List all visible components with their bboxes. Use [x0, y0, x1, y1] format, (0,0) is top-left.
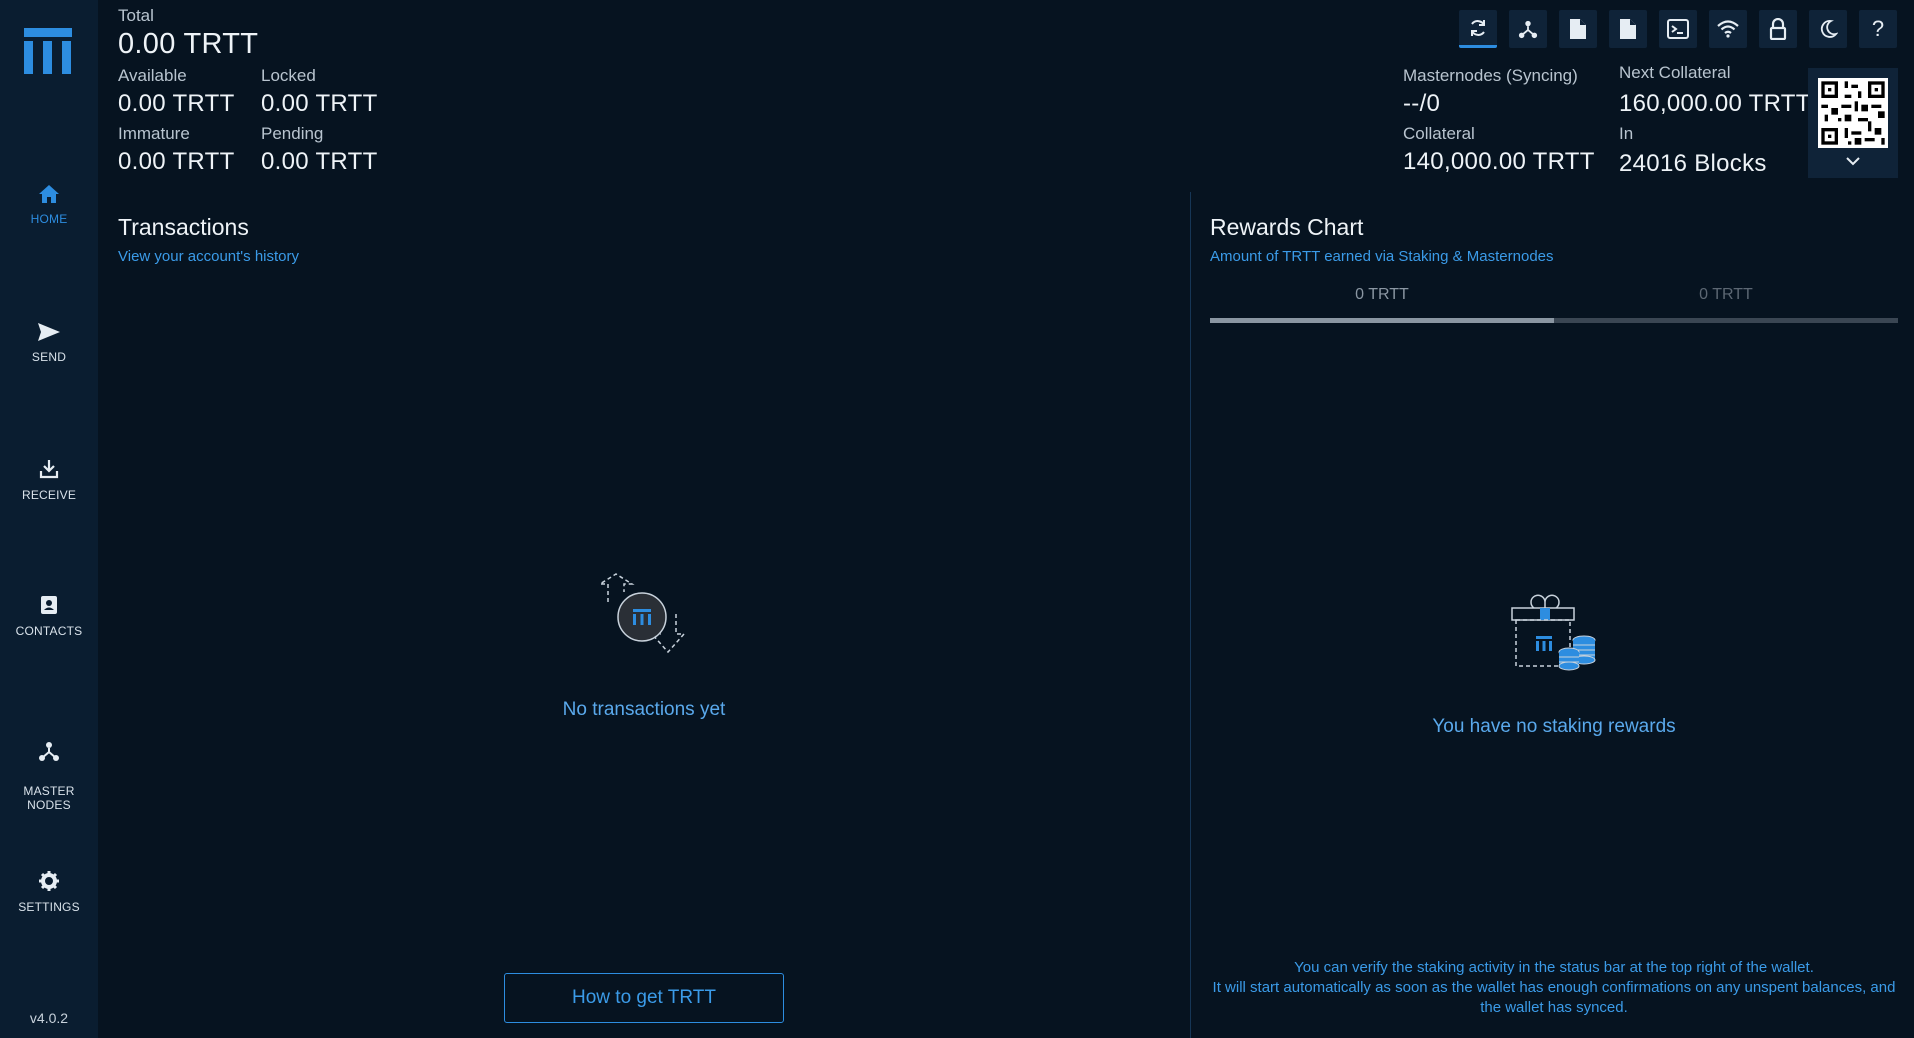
rewards-tab-indicator: [1210, 318, 1898, 323]
no-rewards-message: You have no staking rewards: [1432, 716, 1676, 737]
immature-value: 0.00 TRTT: [118, 148, 235, 175]
staking-note: You can verify the staking activity in t…: [1210, 958, 1898, 1018]
sidebar-item-receive[interactable]: RECEIVE: [0, 458, 98, 502]
sidebar-item-label: HOME: [30, 212, 68, 226]
sidebar-item-label: CONTACTS: [15, 624, 83, 638]
pending-value: 0.00 TRTT: [261, 148, 378, 175]
chevron-down-icon: [1846, 157, 1860, 166]
available-label: Available: [118, 66, 187, 85]
sidebar-item-label: MASTER NODES: [23, 784, 75, 812]
lock-button[interactable]: [1759, 10, 1797, 48]
transactions-title: Transactions: [118, 214, 249, 240]
send-icon: [38, 323, 60, 341]
next-collateral-value: 160,000.00 TRTT: [1619, 90, 1811, 117]
locked-label: Locked: [261, 66, 316, 85]
immature-label: Immature: [118, 124, 190, 143]
rewards-title: Rewards Chart: [1210, 214, 1364, 240]
masternodes-status-label: Masternodes (Syncing): [1403, 66, 1578, 85]
sync-button[interactable]: [1459, 10, 1497, 48]
sidebar-item-masternodes[interactable]: MASTER NODES: [0, 726, 98, 812]
sidebar-item-contacts[interactable]: CONTACTS: [0, 594, 98, 638]
document-icon: [1570, 19, 1586, 39]
masternodes-status-value: --/0: [1403, 90, 1441, 117]
wifi-icon: [1717, 20, 1739, 38]
collateral-value: 140,000.00 TRTT: [1403, 148, 1595, 175]
document-icon: [1620, 19, 1636, 39]
gear-icon: [39, 871, 59, 891]
staking-note-line2: It will start automatically as soon as t…: [1212, 979, 1896, 1016]
document-button-2[interactable]: [1609, 10, 1647, 48]
in-label: In: [1619, 124, 1634, 143]
console-icon: [1667, 19, 1689, 39]
transactions-subtitle: View your account's history: [118, 248, 300, 265]
connection-button[interactable]: [1709, 10, 1747, 48]
sync-icon: [1471, 19, 1485, 36]
rewards-tab-1[interactable]: 0 TRTT: [1210, 286, 1554, 304]
lock-icon: [1769, 18, 1787, 40]
sidebar-item-send[interactable]: SEND: [0, 322, 98, 364]
locked-value: 0.00 TRTT: [261, 90, 378, 117]
sidebar-item-label: SEND: [31, 350, 67, 364]
available-value: 0.00 TRTT: [118, 90, 235, 117]
receive-icon: [39, 460, 59, 479]
theme-button[interactable]: [1809, 10, 1847, 48]
no-transactions-message: No transactions yet: [562, 699, 726, 720]
total-value: 0.00 TRTT: [118, 28, 259, 60]
in-value: 24016 Blocks: [1619, 150, 1767, 177]
qr-code-icon: [1818, 78, 1888, 148]
sidebar-item-home[interactable]: HOME: [0, 184, 98, 226]
help-button[interactable]: ?: [1859, 10, 1897, 48]
sidebar-item-settings[interactable]: SETTINGS: [0, 870, 98, 914]
network-icon: [1518, 20, 1538, 39]
qr-panel[interactable]: [1808, 68, 1898, 178]
rewards-tab-2[interactable]: 0 TRTT: [1554, 286, 1898, 304]
app-logo: [24, 28, 72, 74]
app-version: v4.0.2: [29, 1010, 69, 1026]
sidebar-item-label: SETTINGS: [18, 900, 80, 914]
moon-icon: [1820, 20, 1838, 38]
how-to-get-trtt-button[interactable]: How to get TRTT: [504, 973, 784, 1023]
network-button[interactable]: [1509, 10, 1547, 48]
sidebar: HOME SEND RECEIVE CONTACTS MASTER NODES: [0, 0, 98, 1038]
total-label: Total: [118, 6, 154, 25]
masternodes-icon: [39, 742, 59, 761]
sidebar-item-label: RECEIVE: [21, 488, 77, 502]
contacts-icon: [41, 596, 57, 614]
pending-label: Pending: [261, 124, 324, 143]
rewards-subtitle: Amount of TRTT earned via Staking & Mast…: [1210, 248, 1554, 265]
collateral-label: Collateral: [1403, 124, 1475, 143]
help-icon: ?: [1871, 16, 1885, 41]
staking-note-line1: You can verify the staking activity in t…: [1294, 959, 1814, 976]
gift-coins-icon: [1511, 594, 1596, 671]
console-button[interactable]: [1659, 10, 1697, 48]
no-transactions-icon: [597, 573, 686, 654]
panel-divider: [1190, 192, 1191, 1038]
next-collateral-label: Next Collateral: [1619, 63, 1731, 82]
document-button[interactable]: [1559, 10, 1597, 48]
home-icon: [39, 185, 59, 203]
